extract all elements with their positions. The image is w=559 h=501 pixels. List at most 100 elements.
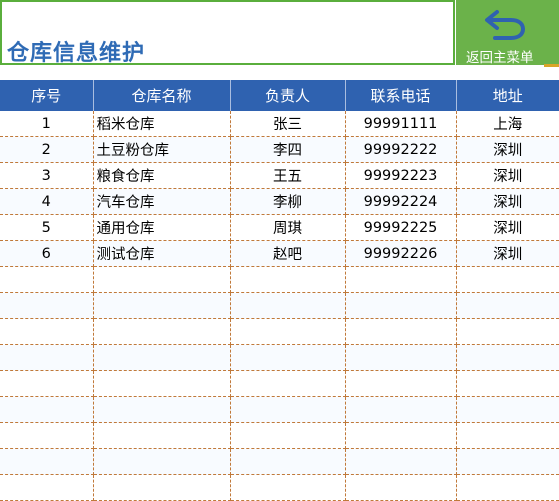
cell-warehouse-name[interactable] <box>93 266 231 293</box>
table-row[interactable] <box>0 344 559 371</box>
cell-address[interactable] <box>456 344 559 371</box>
cell-warehouse-name[interactable] <box>93 370 231 397</box>
cell-address[interactable] <box>456 370 559 397</box>
table-row[interactable]: 3 粮食仓库 王五 99992223 深圳 <box>0 162 559 189</box>
column-header-index[interactable]: 序号 <box>0 80 94 111</box>
cell-phone[interactable] <box>345 474 457 501</box>
cell-manager[interactable]: 赵吧 <box>230 240 346 267</box>
table-row[interactable] <box>0 318 559 345</box>
cell-warehouse-name[interactable] <box>93 474 231 501</box>
cell-index[interactable]: 1 <box>0 111 94 137</box>
cell-index[interactable] <box>0 422 94 449</box>
cell-index[interactable] <box>0 344 94 371</box>
table-row[interactable]: 1 稻米仓库 张三 99991111 上海 <box>0 111 559 137</box>
cell-index[interactable] <box>0 474 94 501</box>
cell-manager[interactable] <box>230 318 346 345</box>
cell-phone[interactable]: 99992226 <box>345 240 457 267</box>
table-header-row: 序号 仓库名称 负责人 联系电话 地址 <box>0 80 559 111</box>
cell-index[interactable] <box>0 448 94 475</box>
cell-manager[interactable]: 李四 <box>230 136 346 163</box>
table-row[interactable]: 5 通用仓库 周琪 99992225 深圳 <box>0 214 559 241</box>
cell-address[interactable]: 深圳 <box>456 240 559 267</box>
cell-manager[interactable] <box>230 422 346 449</box>
cell-phone[interactable] <box>345 266 457 293</box>
cell-index[interactable] <box>0 370 94 397</box>
table-row[interactable]: 6 测试仓库 赵吧 99992226 深圳 <box>0 240 559 267</box>
cell-warehouse-name[interactable]: 土豆粉仓库 <box>93 136 231 163</box>
cell-phone[interactable] <box>345 318 457 345</box>
cell-warehouse-name[interactable] <box>93 422 231 449</box>
cell-phone[interactable]: 99991111 <box>345 111 457 137</box>
cell-phone[interactable]: 99992225 <box>345 214 457 241</box>
cell-phone[interactable] <box>345 448 457 475</box>
cell-manager[interactable] <box>230 266 346 293</box>
column-header-manager[interactable]: 负责人 <box>230 80 346 111</box>
table-row[interactable] <box>0 266 559 293</box>
cell-warehouse-name[interactable] <box>93 344 231 371</box>
cell-index[interactable] <box>0 318 94 345</box>
table-row[interactable] <box>0 448 559 475</box>
cell-warehouse-name[interactable]: 稻米仓库 <box>93 111 231 137</box>
cell-phone[interactable]: 99992222 <box>345 136 457 163</box>
cell-phone[interactable]: 99992223 <box>345 162 457 189</box>
cell-warehouse-name[interactable] <box>93 448 231 475</box>
cell-address[interactable] <box>456 318 559 345</box>
cell-manager[interactable] <box>230 344 346 371</box>
cell-phone[interactable] <box>345 370 457 397</box>
cell-index[interactable] <box>0 266 94 293</box>
cell-address[interactable] <box>456 474 559 501</box>
cell-index[interactable]: 6 <box>0 240 94 267</box>
cell-index[interactable]: 5 <box>0 214 94 241</box>
undo-arrow-icon <box>485 10 526 40</box>
cell-manager[interactable] <box>230 396 346 423</box>
cell-address[interactable]: 深圳 <box>456 162 559 189</box>
table-row[interactable] <box>0 422 559 449</box>
table-row[interactable] <box>0 370 559 397</box>
back-to-main-menu-button[interactable]: 返回主菜单 <box>456 0 559 66</box>
cell-phone[interactable] <box>345 344 457 371</box>
cell-manager[interactable] <box>230 474 346 501</box>
cell-address[interactable] <box>456 266 559 293</box>
cell-warehouse-name[interactable]: 粮食仓库 <box>93 162 231 189</box>
cell-manager[interactable] <box>230 448 346 475</box>
table-row[interactable]: 4 汽车仓库 李柳 99992224 深圳 <box>0 188 559 215</box>
cell-manager[interactable]: 周琪 <box>230 214 346 241</box>
column-header-phone[interactable]: 联系电话 <box>345 80 457 111</box>
cell-address[interactable]: 深圳 <box>456 188 559 215</box>
cell-index[interactable] <box>0 396 94 423</box>
cell-manager[interactable]: 李柳 <box>230 188 346 215</box>
cell-address[interactable] <box>456 292 559 319</box>
table-row[interactable]: 2 土豆粉仓库 李四 99992222 深圳 <box>0 136 559 163</box>
table-row[interactable] <box>0 396 559 423</box>
cell-address[interactable]: 深圳 <box>456 214 559 241</box>
cell-manager[interactable]: 张三 <box>230 111 346 137</box>
cell-phone[interactable] <box>345 292 457 319</box>
table-row[interactable] <box>0 292 559 319</box>
cell-address[interactable] <box>456 396 559 423</box>
cell-phone[interactable]: 99992224 <box>345 188 457 215</box>
table-row[interactable] <box>0 474 559 501</box>
cell-address[interactable] <box>456 448 559 475</box>
cell-warehouse-name[interactable]: 汽车仓库 <box>93 188 231 215</box>
cell-phone[interactable] <box>345 396 457 423</box>
cell-index[interactable]: 4 <box>0 188 94 215</box>
cell-index[interactable]: 3 <box>0 162 94 189</box>
page-title: 仓库信息维护 <box>7 41 146 66</box>
accent-bar <box>544 64 559 67</box>
cell-warehouse-name[interactable]: 通用仓库 <box>93 214 231 241</box>
cell-warehouse-name[interactable] <box>93 318 231 345</box>
cell-manager[interactable] <box>230 292 346 319</box>
cell-manager[interactable]: 王五 <box>230 162 346 189</box>
cell-warehouse-name[interactable]: 测试仓库 <box>93 240 231 267</box>
column-header-address[interactable]: 地址 <box>456 80 559 111</box>
cell-warehouse-name[interactable] <box>93 292 231 319</box>
cell-warehouse-name[interactable] <box>93 396 231 423</box>
cell-manager[interactable] <box>230 370 346 397</box>
column-header-warehouse-name[interactable]: 仓库名称 <box>93 80 231 111</box>
cell-phone[interactable] <box>345 422 457 449</box>
cell-address[interactable]: 深圳 <box>456 136 559 163</box>
cell-address[interactable]: 上海 <box>456 111 559 137</box>
cell-index[interactable]: 2 <box>0 136 94 163</box>
cell-address[interactable] <box>456 422 559 449</box>
cell-index[interactable] <box>0 292 94 319</box>
